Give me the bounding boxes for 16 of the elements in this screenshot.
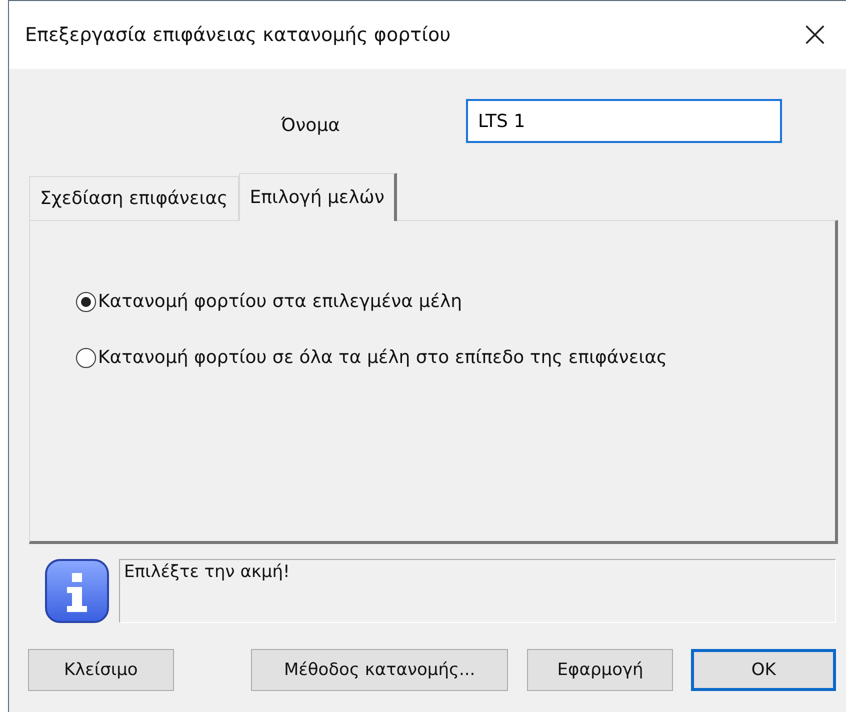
info-icon — [45, 559, 109, 623]
name-label: Όνομα — [281, 114, 342, 136]
dialog-button[interactable]: Εφαρμογή — [527, 649, 674, 691]
dialog-button[interactable]: OK — [691, 649, 836, 691]
radio-label[interactable]: Κατανομή φορτίου σε όλα τα μέλη στο επίπεδο της επιφάνειας — [98, 347, 668, 368]
window-title: Επεξεργασία επιφάνειας κατανομής φορτίου — [25, 24, 451, 46]
dialog-button[interactable]: Κλείσιμο — [28, 649, 174, 691]
message-box: Επιλέξτε την ακμή! — [119, 559, 836, 623]
radio-button[interactable] — [76, 348, 96, 368]
name-input[interactable]: LTS 1 — [466, 99, 782, 143]
radio-label[interactable]: Κατανομή φορτίου στα επιλεγμένα μέλη — [98, 291, 462, 312]
tab[interactable]: Επιλογή μελών — [238, 173, 398, 221]
dialog-button[interactable]: Μέθοδος κατανομής... — [250, 649, 508, 691]
radio-button[interactable] — [76, 292, 96, 312]
tab[interactable]: Σχεδίαση επιφάνειας — [29, 176, 239, 220]
close-button[interactable]: × — [794, 17, 836, 53]
